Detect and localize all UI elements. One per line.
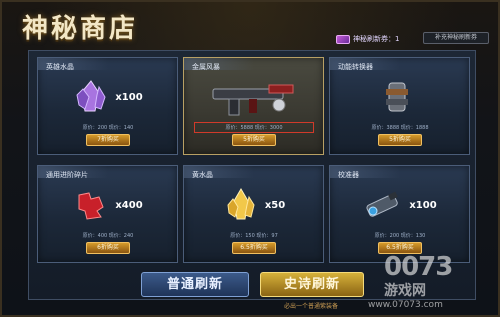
calibrator-icon <box>366 191 399 217</box>
item-quantity: x100 <box>115 91 143 103</box>
item-price: 原价：400 现价：240 <box>82 233 134 239</box>
item-name: 通用进阶碎片 <box>46 171 88 179</box>
normal-refresh-button[interactable]: 普通刷新 <box>141 272 249 297</box>
watermark-url: www.07073.com <box>368 300 443 310</box>
ticket-label: 神秘刷新券：1 <box>353 35 400 43</box>
red-puzzle-fragment-icon <box>78 192 104 220</box>
yellow-crystal-icon <box>227 188 255 220</box>
replenish-ticket-button[interactable]: 补充神秘刷新券 <box>423 32 489 44</box>
buy-button[interactable]: 6折购买 <box>86 242 130 254</box>
item-price: 原价：3888 现价：1888 <box>371 125 429 131</box>
shop-item-card[interactable]: 英雄水晶 x100 原价：200 现价：140 7折购买 <box>37 57 178 155</box>
buy-button[interactable]: 5折购买 <box>232 134 276 146</box>
item-price: 原价：5888 现价：3000 <box>194 122 314 133</box>
item-name: 金属风暴 <box>192 63 220 71</box>
item-price: 原价：200 现价：130 <box>374 233 426 239</box>
buy-button[interactable]: 7折购买 <box>86 134 130 146</box>
item-name: 校准器 <box>338 171 359 179</box>
shop-item-card[interactable]: 金属风暴 原价：5888 现价：3000 5折购买 <box>183 57 324 155</box>
purple-crystal-icon <box>76 80 106 112</box>
item-name: 动能转换器 <box>338 63 373 71</box>
item-name: 英雄水晶 <box>46 63 74 71</box>
item-price: 原价：150 现价：97 <box>230 233 278 239</box>
page-title: 神秘商店 <box>22 14 139 44</box>
shop-item-card[interactable]: 校准器 x100 原价：200 现价：130 6.5折购买 <box>329 165 470 263</box>
buy-button[interactable]: 6.5折购买 <box>232 242 276 254</box>
metal-storm-gun-icon <box>212 84 294 116</box>
item-quantity: x50 <box>264 199 286 211</box>
item-quantity: x400 <box>115 199 143 211</box>
watermark-logo: 0073 <box>384 252 453 282</box>
buy-button[interactable]: 5折购买 <box>378 134 422 146</box>
item-quantity: x100 <box>409 199 437 211</box>
refresh-ticket-counter: 神秘刷新券：1 <box>336 34 399 44</box>
shop-window: 神秘商店 神秘刷新券：1 补充神秘刷新券 英雄水晶 x100 原价：200 现价… <box>0 0 500 317</box>
kinetic-converter-icon <box>386 82 408 112</box>
item-name: 黄水晶 <box>192 171 213 179</box>
ticket-icon <box>336 34 350 44</box>
shop-item-card[interactable]: 动能转换器 原价：3888 现价：1888 5折购买 <box>329 57 470 155</box>
epic-refresh-hint: 必出一个普通紫装备 <box>284 303 339 310</box>
shop-item-card[interactable]: 通用进阶碎片 x400 原价：400 现价：240 6折购买 <box>37 165 178 263</box>
epic-refresh-button[interactable]: 史诗刷新 <box>260 272 364 297</box>
watermark-cn: 游戏网 <box>384 283 426 299</box>
item-price: 原价：200 现价：140 <box>82 125 134 131</box>
shop-item-card[interactable]: 黄水晶 x50 原价：150 现价：97 6.5折购买 <box>183 165 324 263</box>
site-watermark: 0073 游戏网 www.07073.com <box>368 252 453 310</box>
